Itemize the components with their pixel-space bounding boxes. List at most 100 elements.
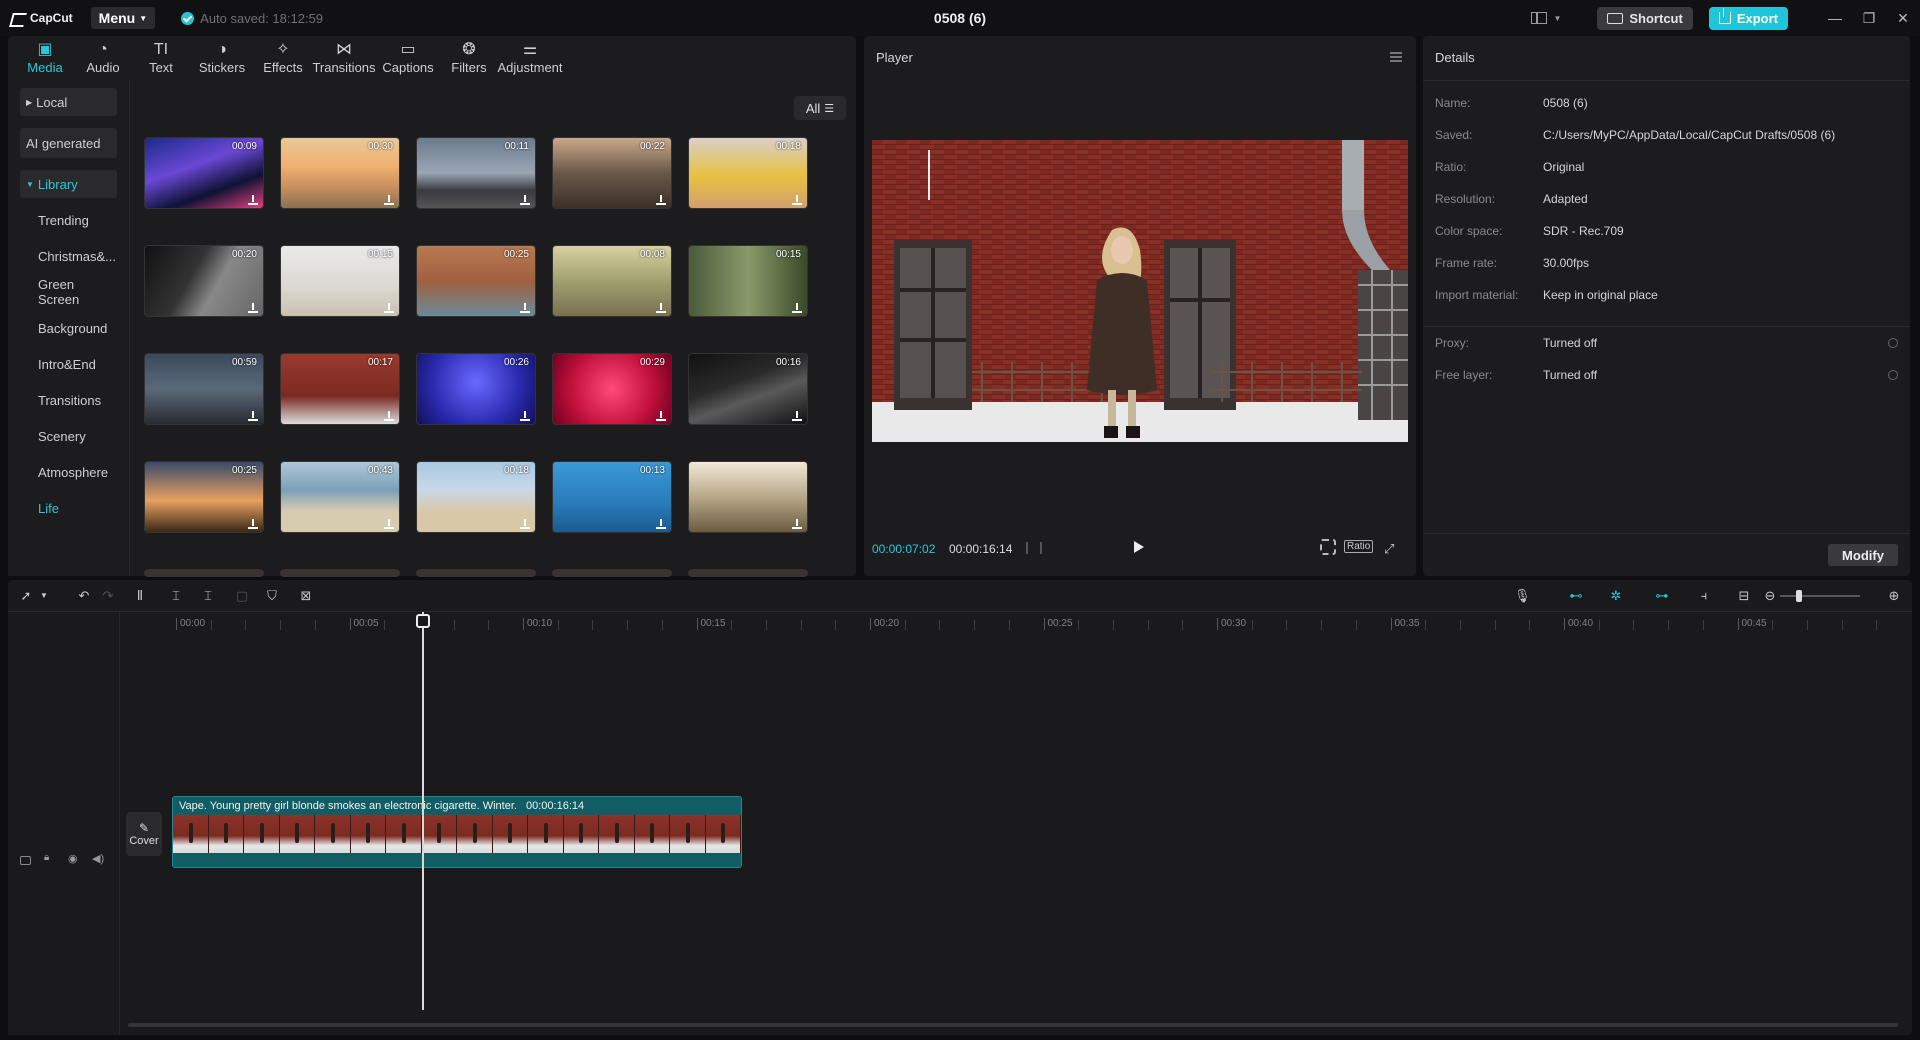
download-icon[interactable] (656, 519, 666, 529)
video-clip[interactable]: Vape. Young pretty girl blonde smokes an… (172, 796, 742, 868)
main-track-magnet-icon[interactable]: ⊷ (1568, 588, 1584, 604)
play-button[interactable] (1134, 541, 1144, 553)
media-thumbnail[interactable]: 00:13 (552, 461, 672, 533)
media-thumbnail[interactable]: 00:25 (416, 245, 536, 317)
media-thumbnail[interactable] (144, 569, 264, 577)
sidebar-item-ai-generated[interactable]: AI generated (20, 128, 117, 158)
menu-button[interactable]: Menu ▼ (90, 7, 156, 29)
restore-button[interactable]: ❐ (1852, 0, 1886, 36)
media-thumbnail[interactable]: 00:22 (552, 137, 672, 209)
tab-text[interactable]: TI Text (132, 36, 190, 80)
media-thumbnail[interactable]: 00:16 (688, 353, 808, 425)
media-thumbnail[interactable]: 00:08 (552, 245, 672, 317)
timeline-scrollbar[interactable] (128, 1023, 1898, 1027)
download-icon[interactable] (248, 195, 258, 205)
zoom-slider[interactable] (1780, 590, 1860, 602)
lock-icon[interactable]: 🔒︎ (44, 852, 49, 863)
auto-snapping-icon[interactable]: ✲ (1608, 588, 1624, 604)
export-button[interactable]: Export (1708, 6, 1788, 30)
media-thumbnail[interactable]: 00:18 (688, 137, 808, 209)
fullscreen-icon[interactable]: ⤢ (1384, 541, 1394, 557)
media-thumbnail[interactable]: 00:15 (688, 245, 808, 317)
chevron-down-icon[interactable]: ▼ (36, 588, 52, 604)
sidebar-item-library[interactable]: ▼ Library (20, 170, 117, 198)
tab-filters[interactable]: ❂ Filters (440, 36, 498, 80)
layout-button[interactable]: ▼ (1531, 12, 1561, 24)
media-thumbnail[interactable]: 00:20 (144, 245, 264, 317)
ratio-button[interactable]: Ratio (1344, 540, 1374, 553)
info-icon[interactable] (1888, 370, 1898, 380)
sidebar-category-item[interactable]: Christmas&... (20, 238, 117, 274)
snapshot-icon[interactable]: ⊟ (1736, 588, 1752, 604)
sidebar-category-item[interactable]: Transitions (20, 382, 117, 418)
video-preview[interactable] (872, 140, 1408, 442)
delete-icon[interactable]: ▢ (234, 588, 250, 604)
media-thumbnail[interactable]: 00:59 (144, 353, 264, 425)
shortcut-button[interactable]: Shortcut (1597, 6, 1693, 30)
minimize-button[interactable]: — (1818, 0, 1852, 36)
sidebar-category-item[interactable]: Life (20, 490, 117, 526)
playhead-handle[interactable] (416, 614, 430, 628)
media-thumbnail[interactable] (688, 461, 808, 533)
media-thumbnail[interactable]: 00:15 (280, 245, 400, 317)
tab-audio[interactable]: ◔ Audio (74, 36, 132, 80)
media-thumbnail[interactable] (688, 569, 808, 577)
microphone-icon[interactable]: 🎙 (1514, 588, 1531, 604)
download-icon[interactable] (792, 303, 802, 313)
sidebar-category-item[interactable]: Scenery (20, 418, 117, 454)
tab-media[interactable]: ▣ Media (16, 36, 74, 80)
zoom-in-icon[interactable]: ⊕ (1886, 588, 1902, 604)
visibility-icon[interactable]: ◉ (68, 852, 78, 865)
download-icon[interactable] (384, 411, 394, 421)
playhead[interactable] (422, 612, 424, 1010)
tab-transitions[interactable]: ⋈ Transitions (312, 36, 376, 80)
download-icon[interactable] (520, 195, 530, 205)
tab-stickers[interactable]: ◑ Stickers (190, 36, 254, 80)
media-thumbnail[interactable]: 00:09 (144, 137, 264, 209)
download-icon[interactable] (792, 195, 802, 205)
auto-reframe-icon[interactable]: ⊠ (298, 588, 314, 604)
preview-axis-icon[interactable]: ⫞ (1696, 588, 1712, 604)
sidebar-category-item[interactable]: Intro&End (20, 346, 117, 382)
download-icon[interactable] (248, 303, 258, 313)
close-button[interactable]: ✕ (1886, 0, 1920, 36)
sidebar-category-item[interactable]: Trending (20, 202, 117, 238)
tab-effects[interactable]: ✧ Effects (254, 36, 312, 80)
download-icon[interactable] (520, 303, 530, 313)
media-thumbnail[interactable] (416, 569, 536, 577)
download-icon[interactable] (656, 195, 666, 205)
fit-screen-icon[interactable] (1320, 539, 1336, 555)
split-icon[interactable]: Ⅱ (132, 588, 148, 604)
download-icon[interactable] (520, 519, 530, 529)
download-icon[interactable] (656, 411, 666, 421)
modify-button[interactable]: Modify (1828, 544, 1898, 566)
download-icon[interactable] (384, 303, 394, 313)
undo-icon[interactable]: ↶ (76, 588, 92, 604)
download-icon[interactable] (520, 411, 530, 421)
zoom-out-icon[interactable]: ⊖ (1762, 588, 1778, 604)
download-icon[interactable] (384, 519, 394, 529)
media-thumbnail[interactable] (280, 569, 400, 577)
media-thumbnail[interactable]: 00:11 (416, 137, 536, 209)
track-thumbnail-icon[interactable] (20, 856, 31, 865)
select-tool-icon[interactable]: ➚ (18, 588, 34, 604)
media-thumbnail[interactable]: 00:25 (144, 461, 264, 533)
download-icon[interactable] (792, 519, 802, 529)
delete-right-icon[interactable]: ⌶ (200, 588, 216, 604)
download-icon[interactable] (792, 411, 802, 421)
media-thumbnail[interactable]: 00:18 (416, 461, 536, 533)
zoom-slider-handle[interactable] (1796, 590, 1802, 602)
timecode-format-icon[interactable] (1026, 542, 1042, 554)
tab-captions[interactable]: ▭ Captions (376, 36, 440, 80)
sidebar-item-local[interactable]: ▶ Local (20, 88, 117, 116)
media-thumbnail[interactable]: 00:30 (280, 137, 400, 209)
info-icon[interactable] (1888, 338, 1898, 348)
timeline-ruler[interactable]: 00:00 00:05 00:10 00:15 00:20 00:25 00:30 00:35… (128, 614, 1898, 632)
download-icon[interactable] (248, 411, 258, 421)
download-icon[interactable] (384, 195, 394, 205)
tab-adjustment[interactable]: ⚌ Adjustment (497, 36, 562, 80)
linkage-icon[interactable]: ⊶ (1654, 588, 1670, 604)
menu-icon[interactable] (1390, 52, 1402, 62)
audio-icon[interactable]: ◀) (92, 852, 104, 865)
media-thumbnail[interactable]: 00:26 (416, 353, 536, 425)
